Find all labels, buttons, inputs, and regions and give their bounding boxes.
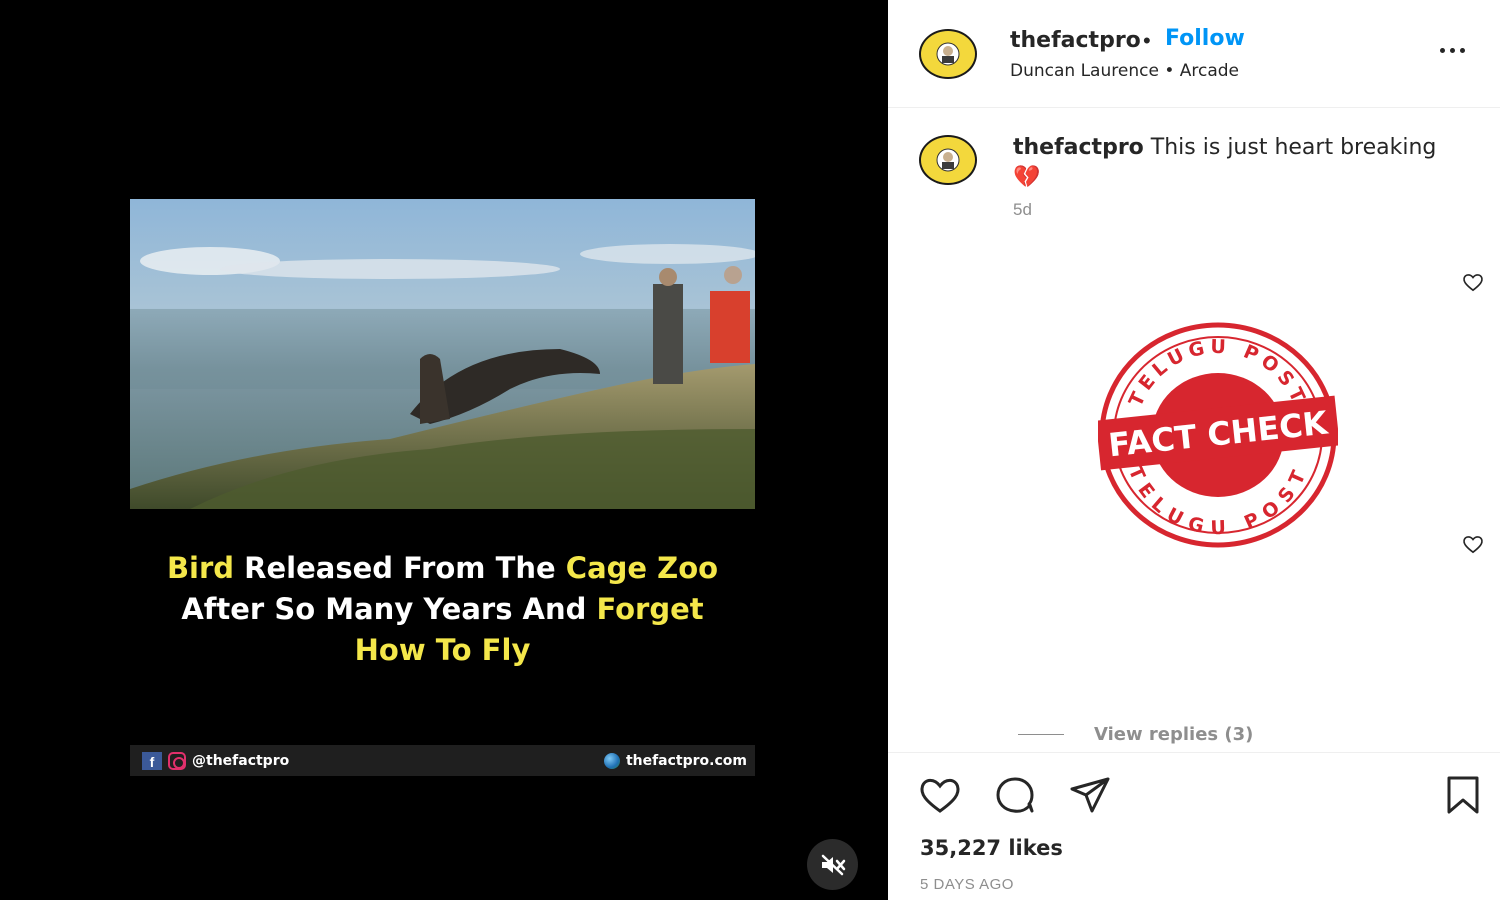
media-pane: Bird Released From The Cage Zoo After So… [0,0,888,900]
post-username[interactable]: thefactpro [1010,28,1141,53]
video-frame-image [130,199,755,509]
caption-segment: Cage Zoo [565,551,719,585]
comment-like-icon[interactable] [1462,272,1484,292]
caption-segment: Bird [166,551,235,585]
view-replies-label: View replies (3) [1094,724,1254,745]
watermark-handle: @thefactpro [192,752,290,769]
globe-icon [603,752,620,769]
audio-track: Arcade [1179,61,1240,81]
comment-username[interactable]: thefactpro [1013,135,1144,160]
caption-segment: Forget [596,592,704,626]
broken-heart-emoji: 💔 [1013,165,1041,190]
caption-segment: Released From The [234,551,566,585]
comment-text: This is just heart breaking [1150,135,1437,160]
save-button[interactable] [1442,775,1486,815]
like-button[interactable] [918,775,962,815]
more-options-button[interactable] [1440,40,1474,60]
profile-picture [919,29,977,79]
facebook-icon: f [142,751,162,770]
header-separator: • [1143,28,1151,53]
audio-artist: Duncan Laurence [1010,61,1159,81]
fact-check-stamp: TELUGU POST TELUGU POST FACT CHECK [1098,322,1338,548]
instagram-icon [168,751,186,770]
watermark-website: thefactpro.com [603,752,747,769]
post-date[interactable]: 5 DAYS AGO [920,876,1014,893]
profile-picture [919,135,977,185]
likes-count[interactable]: 35,227 likes [920,836,1063,860]
action-bar [888,752,1500,832]
avatar[interactable] [918,28,978,80]
watermark-social: f @thefactpro [142,751,290,770]
comment-timestamp[interactable]: 5d [1013,200,1032,220]
comment-button[interactable] [994,775,1038,815]
caption-segment: After So Many Years And [181,592,597,626]
post-panel: thefactpro • Follow Duncan Laurence • Ar… [888,0,1500,900]
more-dot-icon [1440,47,1445,53]
mute-button[interactable] [807,839,858,890]
more-dot-icon [1450,47,1455,53]
video-watermark-bar: f @thefactpro thefactpro.com [130,745,755,776]
view-replies-button[interactable]: View replies (3) [1018,724,1253,745]
replies-divider [1018,734,1064,735]
caption-segment: How To Fly [354,633,531,667]
audio-info[interactable]: Duncan Laurence • Arcade [1010,61,1239,81]
video-player[interactable] [130,199,755,509]
speaker-muted-icon [821,854,845,875]
comment-avatar[interactable] [918,134,978,186]
caption-comment: thefactpro This is just heart breaking 💔 [1013,134,1453,192]
audio-separator: • [1164,61,1175,81]
comment-like-icon[interactable] [1462,534,1484,554]
watermark-site: thefactpro.com [625,752,747,769]
post-header: thefactpro • Follow Duncan Laurence • Ar… [888,0,1500,108]
share-button[interactable] [1068,775,1112,815]
video-caption: Bird Released From The Cage Zoo After So… [130,548,755,671]
more-dot-icon [1460,47,1465,53]
follow-button[interactable]: Follow [1165,26,1245,51]
